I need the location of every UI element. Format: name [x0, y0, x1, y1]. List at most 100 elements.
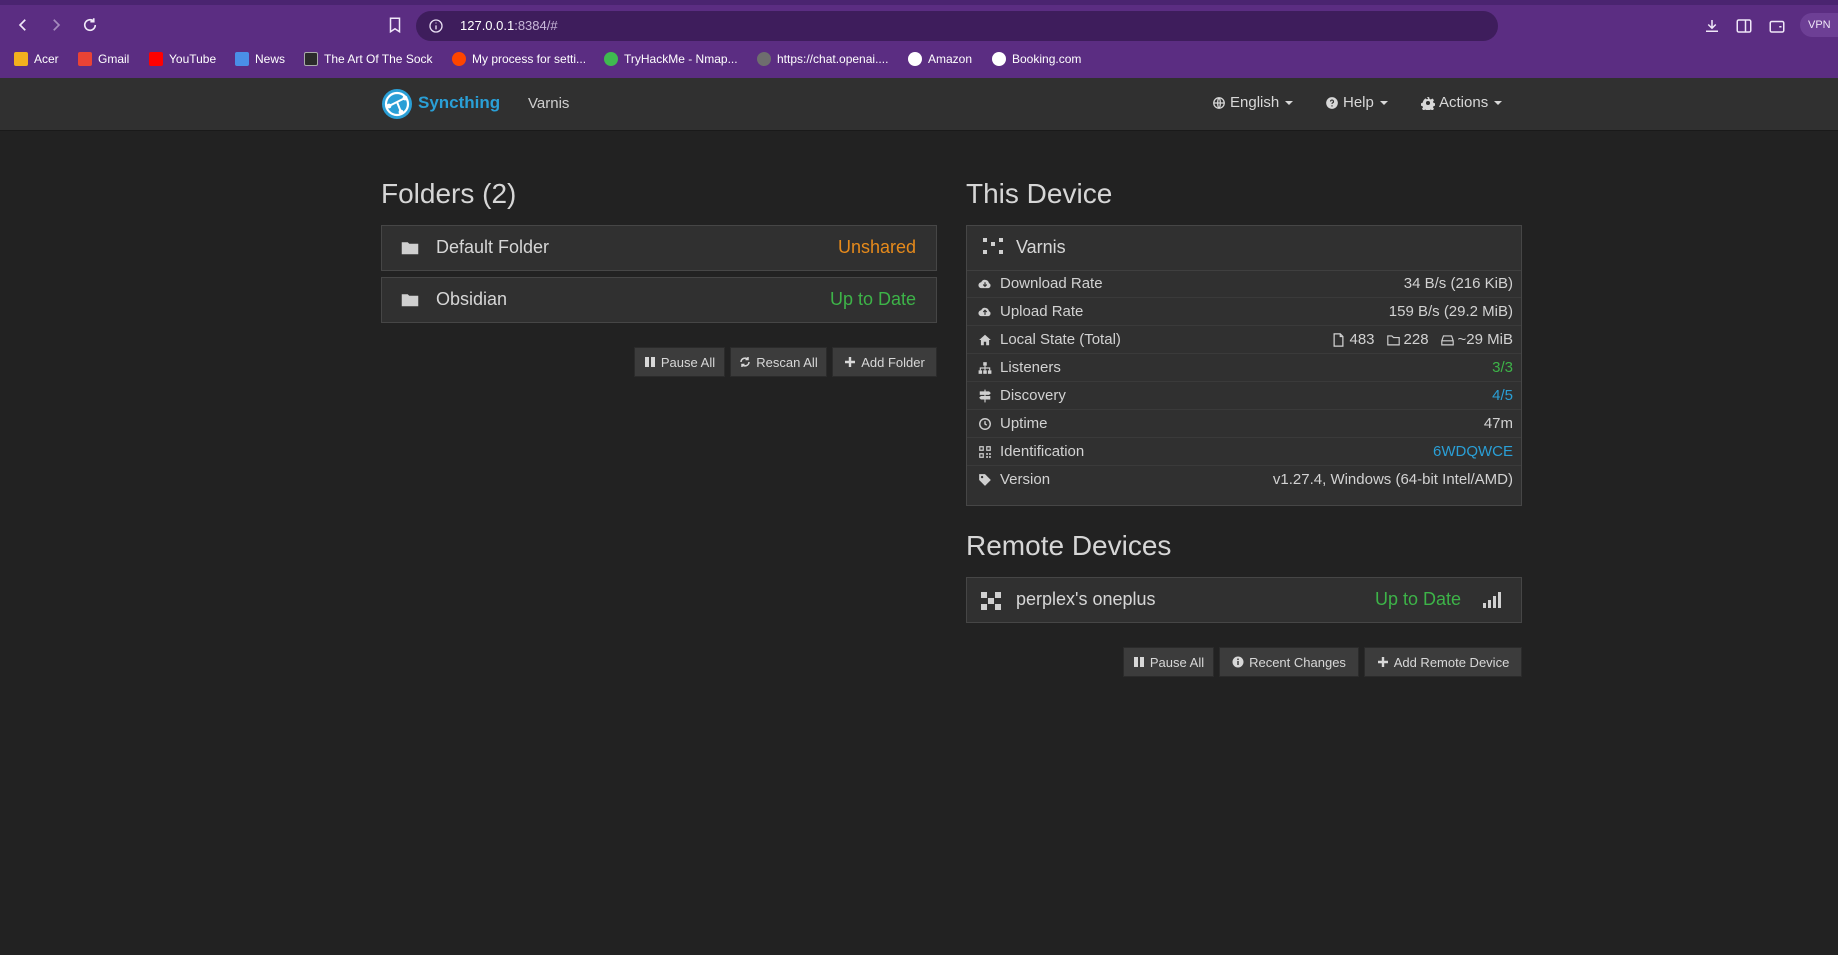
bookmark-youtube[interactable]: YouTube — [149, 50, 216, 68]
language-label: English — [1230, 94, 1280, 111]
vpn-button[interactable]: VPN — [1800, 13, 1838, 37]
refresh-icon — [740, 357, 751, 367]
qrcode-icon — [979, 446, 991, 458]
folder-icon — [401, 294, 419, 307]
local-files-count: 483 — [1349, 331, 1375, 348]
version-row: Version v1.27.4, Windows (64-bit Intel/A… — [967, 466, 1521, 494]
globe-icon — [992, 52, 1006, 66]
sidebar-icon[interactable] — [1735, 17, 1753, 35]
bookmark-label: My process for setti... — [472, 52, 587, 66]
pause-all-devices-button[interactable]: Pause All — [1123, 647, 1214, 677]
folder-status: Up to Date — [829, 289, 916, 309]
reload-button[interactable] — [76, 11, 104, 39]
folder-outline-icon — [1386, 334, 1400, 345]
folder-icon — [401, 242, 419, 255]
remote-device-panel[interactable]: perplex's oneplus Up to Date — [966, 577, 1522, 623]
app-navbar: Syncthing Varnis English Help Actions — [0, 78, 1838, 131]
bookmark-label: Gmail — [98, 52, 130, 66]
bookmark-gmail[interactable]: Gmail — [78, 50, 129, 68]
caret-down-icon — [1379, 100, 1388, 105]
tryhackme-icon — [604, 52, 618, 66]
help-dropdown[interactable]: Help — [1325, 94, 1388, 111]
folder-panel-default[interactable]: Default Folder Unshared — [381, 225, 937, 271]
bookmark-icon[interactable] — [386, 16, 404, 34]
add-folder-label: Add Folder — [861, 354, 925, 370]
forward-button[interactable] — [42, 11, 70, 39]
discovery-value[interactable]: 4/5 — [1492, 387, 1513, 404]
news-icon — [235, 52, 249, 66]
bookmark-acer[interactable]: Acer — [14, 50, 59, 68]
discovery-row: Discovery 4/5 — [967, 382, 1521, 410]
local-state-row: Local State (Total) 483 228 ~29 MiB — [967, 326, 1521, 354]
wallet-icon[interactable] — [1768, 17, 1786, 35]
folder-status: Unshared — [837, 237, 916, 257]
back-button[interactable] — [9, 11, 37, 39]
globe-icon — [1213, 96, 1225, 109]
listeners-label: Listeners — [1000, 359, 1061, 376]
bookmark-news[interactable]: News — [235, 50, 285, 68]
sock-site-icon — [304, 52, 318, 66]
bookmark-art-of-sock[interactable]: The Art Of The Sock — [304, 50, 433, 68]
this-device-name: Varnis — [1016, 237, 1066, 257]
clock-icon — [979, 418, 991, 430]
bookmark-label: YouTube — [169, 52, 217, 66]
pause-all-label: Pause All — [660, 354, 716, 370]
upload-rate-value: 159 B/s (29.2 MiB) — [1388, 303, 1513, 320]
signpost-icon — [979, 389, 991, 403]
bookmark-booking[interactable]: Booking.com — [992, 50, 1081, 68]
device-identicon-icon — [981, 592, 1001, 610]
vpn-label: VPN — [1808, 19, 1831, 31]
listeners-value[interactable]: 3/3 — [1492, 359, 1513, 376]
folder-name: Default Folder — [436, 237, 550, 257]
reload-icon — [83, 18, 97, 32]
identification-value[interactable]: 6WDQWCE — [1433, 443, 1513, 460]
this-device-title: This Device — [966, 178, 1113, 209]
rescan-all-button[interactable]: Rescan All — [730, 347, 827, 377]
bookmark-chatgpt[interactable]: https://chat.openai.... — [757, 50, 888, 68]
info-icon[interactable] — [428, 18, 444, 34]
actions-label: Actions — [1439, 94, 1489, 111]
syncthing-logo-icon[interactable] — [381, 88, 413, 120]
plus-icon — [1377, 657, 1388, 667]
bookmark-amazon[interactable]: Amazon — [908, 50, 972, 68]
folder-panel-obsidian[interactable]: Obsidian Up to Date — [381, 277, 937, 323]
sitemap-icon — [978, 362, 992, 374]
version-label: Version — [1000, 471, 1051, 488]
recent-changes-button[interactable]: Recent Changes — [1219, 647, 1359, 677]
address-bar[interactable]: 127.0.0.1:8384/# 1 — [416, 11, 1828, 41]
uptime-label: Uptime — [1000, 415, 1048, 432]
question-circle-icon — [1326, 96, 1338, 109]
add-folder-button[interactable]: Add Folder — [832, 347, 937, 377]
local-size: ~29 MiB — [1457, 331, 1513, 348]
download-rate-label: Download Rate — [1000, 275, 1103, 292]
folder-name: Obsidian — [436, 289, 508, 309]
uptime-row: Uptime 47m — [967, 410, 1521, 438]
add-remote-device-label: Add Remote Device — [1393, 654, 1510, 670]
cloud-upload-icon — [978, 307, 991, 317]
download-icon[interactable] — [1703, 17, 1721, 35]
address-url[interactable]: 127.0.0.1:8384/# — [460, 18, 558, 33]
device-identicon-icon — [983, 238, 1003, 254]
bookmark-label: The Art Of The Sock — [324, 52, 433, 66]
remote-device-name: perplex's oneplus — [1016, 589, 1156, 609]
brand-name[interactable]: Syncthing — [418, 93, 500, 113]
pause-icon — [644, 357, 655, 367]
language-dropdown[interactable]: English — [1212, 94, 1294, 111]
bookmark-label: Acer — [34, 52, 59, 66]
version-value: v1.27.4, Windows (64-bit Intel/AMD) — [1272, 471, 1513, 488]
actions-dropdown[interactable]: Actions — [1421, 94, 1503, 111]
pause-all-label: Pause All — [1149, 654, 1205, 670]
bookmark-reddit[interactable]: My process for setti... — [452, 50, 586, 68]
plus-icon — [845, 357, 856, 367]
pause-all-folders-button[interactable]: Pause All — [634, 347, 725, 377]
info-circle-icon — [1232, 656, 1244, 668]
bookmark-label: Booking.com — [1012, 52, 1082, 66]
bookmark-tryhackme[interactable]: TryHackMe - Nmap... — [604, 50, 738, 68]
identification-row: Identification 6WDQWCE — [967, 438, 1521, 466]
bookmark-label: TryHackMe - Nmap... — [624, 52, 738, 66]
add-remote-device-button[interactable]: Add Remote Device — [1364, 647, 1522, 677]
listeners-row: Listeners 3/3 — [967, 354, 1521, 382]
signal-strength-icon — [1483, 592, 1501, 608]
this-device-header[interactable]: Varnis — [967, 226, 1521, 271]
upload-rate-row: Upload Rate 159 B/s (29.2 MiB) — [967, 298, 1521, 326]
